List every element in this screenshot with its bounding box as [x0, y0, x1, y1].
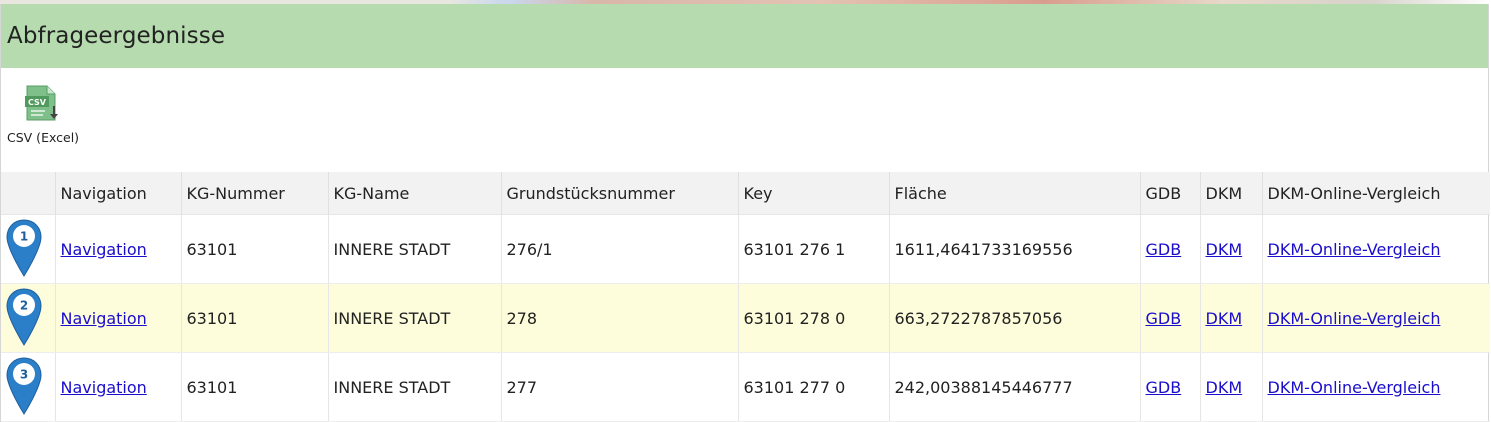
marker-cell: 2: [1, 283, 56, 353]
gdb-cell: GDB: [1140, 283, 1201, 353]
query-results-panel: Abfrageergebnisse CSV CSV (Excel) Naviga…: [0, 4, 1490, 422]
map-pin-icon[interactable]: 1: [5, 218, 43, 278]
dkm-online-link[interactable]: DKM-Online-Vergleich: [1268, 309, 1441, 328]
gdb-link[interactable]: GDB: [1146, 240, 1182, 259]
pin-number: 2: [20, 299, 28, 313]
navigation-cell: Navigation: [55, 214, 182, 284]
key-cell: 63101 277 0: [738, 352, 890, 422]
navigation-link[interactable]: Navigation: [61, 240, 147, 259]
dkm-online-link[interactable]: DKM-Online-Vergleich: [1268, 240, 1441, 259]
kg-nummer-cell: 63101: [181, 214, 329, 284]
csv-export-label: CSV (Excel): [7, 130, 80, 145]
table-row: 2 Navigation 63101 INNERE STADT 278 6310…: [1, 283, 1490, 353]
dkm-online-cell: DKM-Online-Vergleich: [1262, 214, 1490, 284]
key-cell: 63101 276 1: [738, 214, 890, 284]
panel-title: Abfrageergebnisse: [7, 23, 226, 49]
gdb-link[interactable]: GDB: [1146, 309, 1182, 328]
flaeche-cell: 1611,4641733169556: [889, 214, 1141, 284]
gdb-link[interactable]: GDB: [1146, 378, 1182, 397]
column-header-marker: [1, 172, 56, 215]
dkm-link[interactable]: DKM: [1206, 309, 1243, 328]
dkm-link[interactable]: DKM: [1206, 378, 1243, 397]
grundstuecksnummer-cell: 277: [501, 352, 739, 422]
column-header-key: Key: [738, 172, 890, 215]
csv-export-button[interactable]: CSV CSV (Excel): [5, 84, 89, 150]
column-header-flaeche: Fläche: [889, 172, 1141, 215]
navigation-cell: Navigation: [55, 352, 182, 422]
kg-name-cell: INNERE STADT: [328, 283, 502, 353]
flaeche-cell: 663,2722787857056: [889, 283, 1141, 353]
kg-nummer-cell: 63101: [181, 352, 329, 422]
csv-icon-text: CSV: [28, 98, 47, 107]
column-header-dkm: DKM: [1200, 172, 1263, 215]
dkm-cell: DKM: [1200, 283, 1263, 353]
map-pin-icon[interactable]: 2: [5, 287, 43, 347]
gdb-cell: GDB: [1140, 214, 1201, 284]
dkm-online-cell: DKM-Online-Vergleich: [1262, 283, 1490, 353]
dkm-cell: DKM: [1200, 352, 1263, 422]
flaeche-cell: 242,00388145446777: [889, 352, 1141, 422]
table-header-row: Navigation KG-Nummer KG-Name Grundstücks…: [1, 172, 1490, 215]
column-header-gdb: GDB: [1140, 172, 1201, 215]
pin-number: 1: [20, 230, 28, 244]
key-cell: 63101 278 0: [738, 283, 890, 353]
grundstuecksnummer-cell: 276/1: [501, 214, 739, 284]
navigation-link[interactable]: Navigation: [61, 309, 147, 328]
column-header-kg-nummer: KG-Nummer: [181, 172, 329, 215]
export-toolbar: CSV CSV (Excel): [1, 68, 1488, 172]
navigation-cell: Navigation: [55, 283, 182, 353]
kg-name-cell: INNERE STADT: [328, 352, 502, 422]
kg-name-cell: INNERE STADT: [328, 214, 502, 284]
column-header-dkm-online: DKM-Online-Vergleich: [1262, 172, 1490, 215]
column-header-navigation: Navigation: [55, 172, 182, 215]
csv-file-icon: CSV: [25, 85, 58, 121]
kg-nummer-cell: 63101: [181, 283, 329, 353]
results-table: Navigation KG-Nummer KG-Name Grundstücks…: [1, 172, 1490, 422]
marker-cell: 3: [1, 352, 56, 422]
table-row: 3 Navigation 63101 INNERE STADT 277 6310…: [1, 352, 1490, 422]
dkm-cell: DKM: [1200, 214, 1263, 284]
marker-cell: 1: [1, 214, 56, 284]
table-row: 1 Navigation 63101 INNERE STADT 276/1 63…: [1, 214, 1490, 284]
navigation-link[interactable]: Navigation: [61, 378, 147, 397]
dkm-link[interactable]: DKM: [1206, 240, 1243, 259]
dkm-online-cell: DKM-Online-Vergleich: [1262, 352, 1490, 422]
column-header-grundstuecksnummer: Grundstücksnummer: [501, 172, 739, 215]
panel-header: Abfrageergebnisse: [1, 4, 1488, 68]
dkm-online-link[interactable]: DKM-Online-Vergleich: [1268, 378, 1441, 397]
grundstuecksnummer-cell: 278: [501, 283, 739, 353]
column-header-kg-name: KG-Name: [328, 172, 502, 215]
map-pin-icon[interactable]: 3: [5, 356, 43, 416]
gdb-cell: GDB: [1140, 352, 1201, 422]
pin-number: 3: [20, 368, 28, 382]
